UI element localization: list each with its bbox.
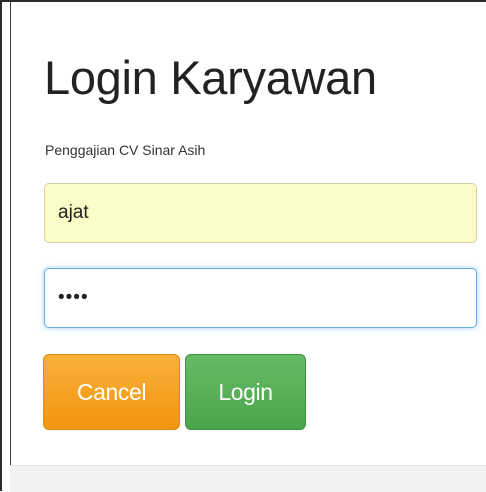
page-title: Login Karyawan [44, 51, 377, 104]
subtitle: Penggajian CV Sinar Asih [45, 142, 206, 158]
cancel-button[interactable]: Cancel [43, 354, 180, 430]
footer-strip [10, 465, 486, 492]
login-button[interactable]: Login [185, 354, 306, 430]
password-input[interactable] [44, 268, 477, 328]
username-input[interactable] [44, 183, 477, 243]
